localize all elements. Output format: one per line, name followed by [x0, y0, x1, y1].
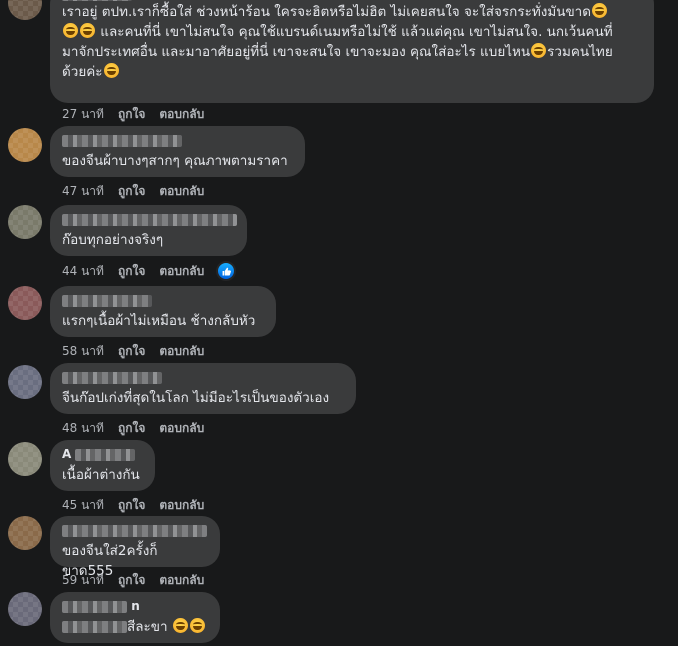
- like-button[interactable]: ถูกใจ: [118, 342, 145, 361]
- comment-author[interactable]: [62, 212, 237, 226]
- comment-line: และคนที่นี่ เขาไม่สนใจ คุณใช้แบรนด์เนมหร…: [62, 22, 642, 42]
- comment-author[interactable]: [62, 370, 344, 384]
- comment-bubble: A เนื้อผ้าต่างกัน: [50, 440, 155, 491]
- like-button[interactable]: ถูกใจ: [118, 419, 145, 438]
- comment-meta: 45 นาที ถูกใจ ตอบกลับ: [62, 496, 204, 515]
- comment-time[interactable]: 27 นาที: [62, 105, 104, 124]
- blurred-author-name: [62, 600, 127, 613]
- like-button[interactable]: ถูกใจ: [118, 262, 145, 281]
- avatar[interactable]: [8, 128, 42, 162]
- comment-time[interactable]: 47 นาที: [62, 182, 104, 201]
- avatar[interactable]: [8, 592, 42, 626]
- comment-author[interactable]: A: [62, 447, 143, 461]
- blurred-author-name: [62, 371, 162, 384]
- comment-text: เนื้อผ้าต่างกัน: [62, 467, 140, 483]
- comment-meta: 44 นาที ถูกใจ ตอบกลับ: [62, 261, 237, 281]
- rofl-emoji-icon: [63, 23, 78, 38]
- reply-button[interactable]: ตอบกลับ: [159, 496, 204, 515]
- avatar[interactable]: [8, 516, 42, 550]
- comment-author[interactable]: [62, 0, 132, 3]
- comments-feed: เราอยู่ ตปท.เราก็ซื้อใส่ ช่วงหน้าร้อน ใค…: [0, 0, 678, 646]
- comment-time[interactable]: 44 นาที: [62, 262, 104, 281]
- grinning-sweat-emoji-icon: [592, 3, 608, 18]
- blurred-author-name: [75, 448, 136, 461]
- like-button[interactable]: ถูกใจ: [118, 571, 145, 590]
- blurred-author-name: [62, 134, 182, 147]
- comment-bubble: จีนก๊อปเก่งที่สุดในโลก ไม่มีอะไรเป็นของต…: [50, 363, 356, 414]
- comment-bubble: แรกๆเนื้อผ้าไม่เหมือน ช้างกลับหัว: [50, 286, 276, 337]
- like-icon[interactable]: [216, 261, 237, 281]
- comment-bubble: เราอยู่ ตปท.เราก็ซื้อใส่ ช่วงหน้าร้อน ใค…: [50, 0, 654, 103]
- comment-bubble: ของจีนผ้าบางๆสากๆ คุณภาพตามราคา: [50, 126, 305, 177]
- comment-author[interactable]: [62, 293, 264, 307]
- blurred-author-name: [62, 294, 152, 307]
- reply-button[interactable]: ตอบกลับ: [159, 342, 204, 361]
- grinning-sweat-emoji-icon: [189, 618, 205, 633]
- comment-text: ก๊อบทุกอย่างจริงๆ: [62, 232, 164, 248]
- author-tail: n: [131, 599, 140, 613]
- reply-button[interactable]: ตอบกลับ: [159, 182, 204, 201]
- comment-meta: 27 นาที ถูกใจ ตอบกลับ: [62, 105, 204, 124]
- thumbs-up-icon: [222, 267, 231, 275]
- comment-author[interactable]: n: [62, 599, 208, 613]
- avatar[interactable]: [8, 0, 42, 20]
- avatar[interactable]: [8, 365, 42, 399]
- comment-time[interactable]: 48 นาที: [62, 419, 104, 438]
- like-button[interactable]: ถูกใจ: [118, 496, 145, 515]
- comment-time[interactable]: 45 นาที: [62, 496, 104, 515]
- like-button[interactable]: ถูกใจ: [118, 182, 145, 201]
- reply-button[interactable]: ตอบกลับ: [159, 419, 204, 438]
- comment-time[interactable]: 59 นาที: [62, 571, 104, 590]
- blurred-author-name: [62, 0, 132, 1]
- blurred-author-name: [62, 524, 207, 537]
- comment-bubble: ก๊อบทุกอย่างจริงๆ: [50, 205, 247, 256]
- comment-meta: 47 นาที ถูกใจ ตอบกลับ: [62, 182, 204, 201]
- like-button[interactable]: ถูกใจ: [118, 105, 145, 124]
- comment-time[interactable]: 58 นาที: [62, 342, 104, 361]
- comment-meta: 58 นาที ถูกใจ ตอบกลับ: [62, 342, 204, 361]
- avatar[interactable]: [8, 286, 42, 320]
- comment-text: ของจีนผ้าบางๆสากๆ คุณภาพตามราคา: [62, 153, 288, 169]
- blurred-text: [62, 621, 127, 633]
- comment-author[interactable]: [62, 523, 208, 537]
- author-initial: A: [62, 447, 72, 461]
- reply-button[interactable]: ตอบกลับ: [159, 105, 204, 124]
- comment-meta: 48 นาที ถูกใจ ตอบกลับ: [62, 419, 204, 438]
- grinning-sweat-emoji-icon: [103, 63, 119, 78]
- comment-bubble: ของจีนใส่2ครั้งก็ขาด555: [50, 516, 220, 579]
- comment-author[interactable]: [62, 133, 293, 147]
- comment-text: จีนก๊อปเก่งที่สุดในโลก ไม่มีอะไรเป็นของต…: [62, 390, 330, 406]
- comment-line: เราอยู่ ตปท.เราก็ซื้อใส่ ช่วงหน้าร้อน ใค…: [62, 2, 642, 22]
- comment-text: สีละขา: [62, 617, 208, 637]
- grinning-sweat-emoji-icon: [531, 43, 547, 58]
- avatar[interactable]: [8, 205, 42, 239]
- reply-button[interactable]: ตอบกลับ: [159, 262, 204, 281]
- blurred-author-name: [62, 213, 237, 226]
- comment-bubble: n สีละขา: [50, 592, 220, 643]
- comment-meta: 59 นาที ถูกใจ ตอบกลับ: [62, 571, 204, 590]
- comment-text: แรกๆเนื้อผ้าไม่เหมือน ช้างกลับหัว: [62, 313, 256, 329]
- comment-line: มาจักประเทศอื่น และมาอาศัยอยู่ที่นี่ เขา…: [62, 43, 613, 60]
- comment-line: ด้วยค่ะ: [62, 62, 642, 82]
- reply-button[interactable]: ตอบกลับ: [159, 571, 204, 590]
- rofl-emoji-icon: [80, 23, 95, 38]
- avatar[interactable]: [8, 442, 42, 476]
- comment-text: เราอยู่ ตปท.เราก็ซื้อใส่ ช่วงหน้าร้อน ใค…: [62, 2, 642, 82]
- grinning-sweat-emoji-icon: [172, 618, 188, 633]
